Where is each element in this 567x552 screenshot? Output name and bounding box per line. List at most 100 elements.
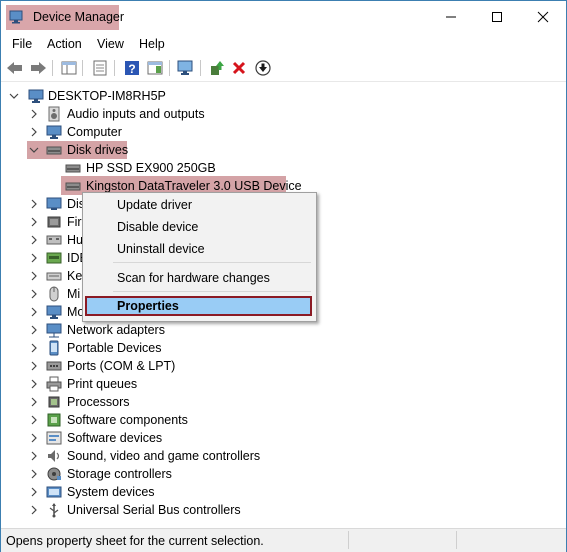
speaker-icon — [48, 106, 60, 122]
toolbar: ? — [1, 55, 566, 82]
tree-item-disk-drives[interactable]: Disk drives — [1, 141, 566, 159]
menu-action[interactable]: Action — [47, 37, 82, 51]
tree-item-audio[interactable]: Audio inputs and outputs — [1, 105, 566, 123]
tree-item-label: Sound, video and game controllers — [67, 449, 261, 463]
system-device-icon — [46, 486, 62, 498]
tree-item-ports[interactable]: Ports (COM & LPT) — [1, 357, 566, 375]
storage-controller-icon — [47, 467, 61, 481]
chevron-right-icon — [31, 451, 37, 461]
toolbar-separator — [200, 60, 201, 76]
tree-item-label: Kingston DataTraveler 3.0 USB Device — [86, 179, 302, 193]
minimize-icon — [446, 16, 456, 18]
chevron-right-icon — [31, 289, 37, 299]
toolbar-separator — [114, 60, 115, 76]
tree-item-sound[interactable]: Sound, video and game controllers — [1, 447, 566, 465]
window-title: Device Manager — [33, 10, 125, 24]
tree-item-hp-ssd[interactable]: HP SSD EX900 250GB — [1, 159, 566, 177]
tree-item-label: Print queues — [67, 377, 138, 391]
tree-root[interactable]: DESKTOP-IM8RH5P — [1, 87, 566, 105]
menu-view[interactable]: View — [97, 37, 124, 51]
context-disable-device[interactable]: Disable device — [117, 220, 198, 234]
console-tree-icon — [61, 61, 77, 75]
chevron-right-icon — [31, 199, 37, 209]
chevron-right-icon — [31, 379, 37, 389]
portable-device-icon — [49, 340, 59, 356]
tree-item-software-components[interactable]: Software components — [1, 411, 566, 429]
disk-drive-icon — [46, 146, 62, 155]
tree-item-portable-devices[interactable]: Portable Devices — [1, 339, 566, 357]
chevron-right-icon — [31, 235, 37, 245]
disable-device-button[interactable] — [254, 59, 272, 77]
chevron-right-icon — [31, 325, 37, 335]
tree-item-label: Processors — [67, 395, 130, 409]
chevron-right-icon — [31, 397, 37, 407]
tree-item-storage-controllers[interactable]: Storage controllers — [1, 465, 566, 483]
tree-item-label: HP SSD EX900 250GB — [86, 161, 216, 175]
scan-hardware-button[interactable] — [177, 59, 195, 77]
action-pane-button[interactable] — [146, 59, 164, 77]
toolbar-separator — [82, 60, 83, 76]
context-properties-label: Properties — [117, 299, 179, 313]
menu-help[interactable]: Help — [139, 37, 165, 51]
software-component-icon — [47, 413, 61, 427]
tree-item-label: Ports (COM & LPT) — [67, 359, 176, 373]
hid-icon — [46, 235, 62, 245]
chevron-right-icon — [31, 487, 37, 497]
tree-item-computer[interactable]: Computer — [1, 123, 566, 141]
menu-file[interactable]: File — [12, 37, 32, 51]
printer-icon — [46, 376, 62, 392]
status-bar: Opens property sheet for the current sel… — [1, 528, 566, 552]
chevron-down-icon — [29, 147, 39, 153]
tree-item-network-adapters[interactable]: Network adapters — [1, 321, 566, 339]
show-hide-console-tree-button[interactable] — [60, 59, 78, 77]
processor-icon — [48, 396, 60, 408]
properties-sheet-icon — [93, 60, 107, 76]
tree-item-label: Software devices — [67, 431, 163, 445]
tree-item-software-devices[interactable]: Software devices — [1, 429, 566, 447]
tree-item-print-queues[interactable]: Print queues — [1, 375, 566, 393]
tree-item-usb-controllers[interactable]: Universal Serial Bus controllers — [1, 501, 566, 519]
context-separator — [113, 291, 311, 292]
properties-toolbar-button[interactable] — [91, 59, 109, 77]
forward-button[interactable] — [29, 59, 47, 77]
chevron-right-icon — [31, 343, 37, 353]
help-toolbar-button[interactable]: ? — [123, 59, 141, 77]
tree-item-processors[interactable]: Processors — [1, 393, 566, 411]
tree-root-label: DESKTOP-IM8RH5P — [48, 89, 166, 103]
close-icon — [537, 11, 549, 23]
red-x-icon — [232, 61, 246, 75]
forward-arrow-icon — [31, 62, 46, 74]
context-uninstall-device[interactable]: Uninstall device — [117, 242, 205, 256]
chevron-right-icon — [31, 109, 37, 119]
context-scan-hardware[interactable]: Scan for hardware changes — [117, 271, 270, 285]
tree-item-label: Network adapters — [67, 323, 165, 337]
tree-item-label: Hu — [67, 233, 83, 247]
minimize-button[interactable] — [428, 1, 474, 33]
software-device-icon — [46, 431, 62, 445]
title-bar[interactable]: Device Manager — [1, 1, 566, 33]
port-icon — [46, 361, 62, 371]
tree-item-label: Universal Serial Bus controllers — [67, 503, 241, 517]
disk-drive-icon — [65, 164, 81, 173]
back-button[interactable] — [6, 59, 24, 77]
tree-item-label: Disk drives — [67, 143, 129, 157]
close-button[interactable] — [520, 1, 566, 33]
update-driver-button[interactable] — [207, 59, 225, 77]
chevron-right-icon — [31, 361, 37, 371]
update-driver-icon — [211, 61, 224, 75]
uninstall-device-button[interactable] — [230, 59, 248, 77]
tree-item-label: Audio inputs and outputs — [67, 107, 205, 121]
monitor-icon — [46, 125, 62, 139]
disk-drive-icon — [65, 182, 81, 191]
toolbar-separator — [52, 60, 53, 76]
maximize-button[interactable] — [474, 1, 520, 33]
mouse-icon — [49, 286, 59, 302]
svg-text:?: ? — [128, 62, 135, 76]
context-properties[interactable]: Properties — [85, 296, 312, 316]
context-update-driver[interactable]: Update driver — [117, 198, 192, 212]
down-arrow-circle-icon — [255, 60, 271, 76]
keyboard-icon — [46, 272, 62, 281]
tree-item-system-devices[interactable]: System devices — [1, 483, 566, 501]
chevron-right-icon — [31, 217, 37, 227]
maximize-icon — [492, 12, 502, 22]
